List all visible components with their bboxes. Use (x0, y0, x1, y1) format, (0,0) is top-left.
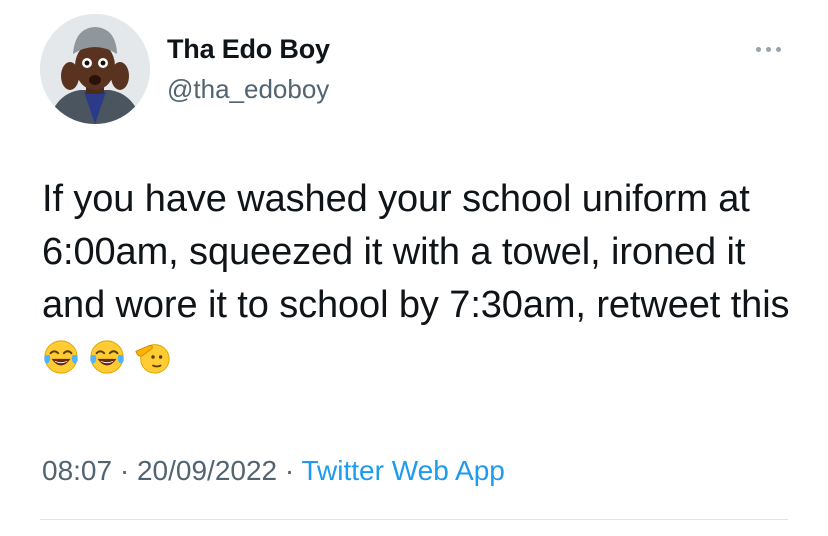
display-name[interactable]: Tha Edo Boy (167, 34, 330, 65)
meta-separator: · (284, 455, 295, 486)
tweet-source-link[interactable]: Twitter Web App (302, 455, 505, 486)
divider (40, 519, 788, 520)
tweet-date[interactable]: 20/09/2022 (137, 455, 277, 486)
face-with-tears-of-joy-icon (88, 338, 126, 376)
more-options-button[interactable] (752, 38, 788, 60)
more-icon (756, 46, 781, 52)
avatar[interactable] (40, 14, 150, 124)
tweet-text: If you have washed your school uniform a… (42, 173, 812, 385)
tweet-time[interactable]: 08:07 (42, 455, 112, 486)
tweet-card: Tha Edo Boy @tha_edoboy If you have wash… (0, 0, 828, 536)
tweet-meta: 08:07 · 20/09/2022 · Twitter Web App (42, 455, 505, 487)
saluting-face-icon (134, 338, 172, 376)
face-with-tears-of-joy-icon (42, 338, 80, 376)
meta-separator: · (119, 455, 130, 486)
user-handle[interactable]: @tha_edoboy (167, 74, 329, 105)
avatar-image (40, 14, 150, 124)
tweet-body: If you have washed your school uniform a… (42, 178, 800, 326)
